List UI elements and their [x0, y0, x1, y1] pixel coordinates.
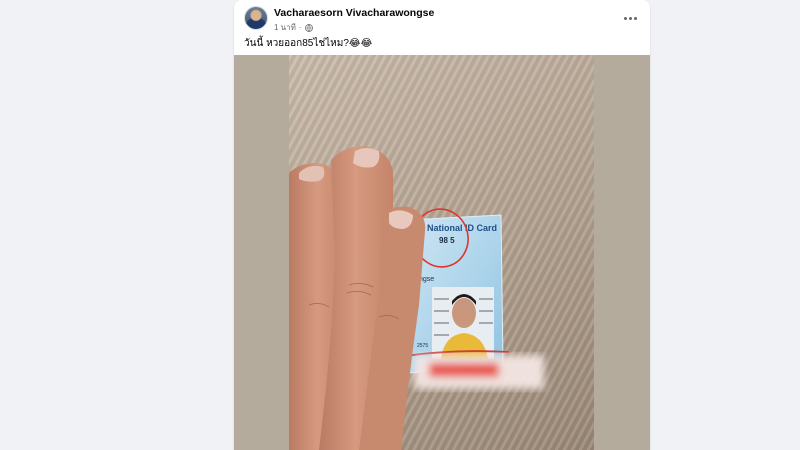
card-small-text: 2575: [417, 343, 428, 349]
blurred-redaction: [414, 355, 544, 389]
page: Vacharaesorn Vivacharawongse 1 นาที · วั…: [0, 0, 800, 450]
card-number: 98 5: [439, 236, 455, 245]
more-options-button[interactable]: [620, 9, 640, 27]
post-header: Vacharaesorn Vivacharawongse 1 นาที ·: [234, 0, 650, 36]
photo-content: National ID Card 98 5 ngse 2575: [289, 146, 544, 450]
author-avatar[interactable]: [244, 6, 268, 30]
post-time[interactable]: 1 นาที: [274, 21, 296, 34]
post-media[interactable]: National ID Card 98 5 ngse 2575: [234, 55, 650, 450]
more-options-icon: [623, 16, 627, 20]
post-card: Vacharaesorn Vivacharawongse 1 นาที · วั…: [234, 0, 650, 450]
hand: [289, 146, 426, 450]
more-options-icon-dot: [633, 16, 637, 20]
card-name-fragment: ngse: [419, 276, 434, 283]
more-options-icon-dot: [628, 16, 632, 20]
globe-icon[interactable]: [304, 23, 313, 32]
post-photo[interactable]: National ID Card 98 5 ngse 2575: [289, 55, 594, 450]
post-meta: 1 นาที ·: [274, 21, 313, 34]
post-text: วันนี้ หวยออก85ไช่ไหม?😂😂: [244, 38, 373, 49]
author-name[interactable]: Vacharaesorn Vivacharawongse: [274, 7, 434, 19]
card-title: National ID Card: [427, 223, 497, 233]
meta-separator: ·: [298, 23, 302, 32]
